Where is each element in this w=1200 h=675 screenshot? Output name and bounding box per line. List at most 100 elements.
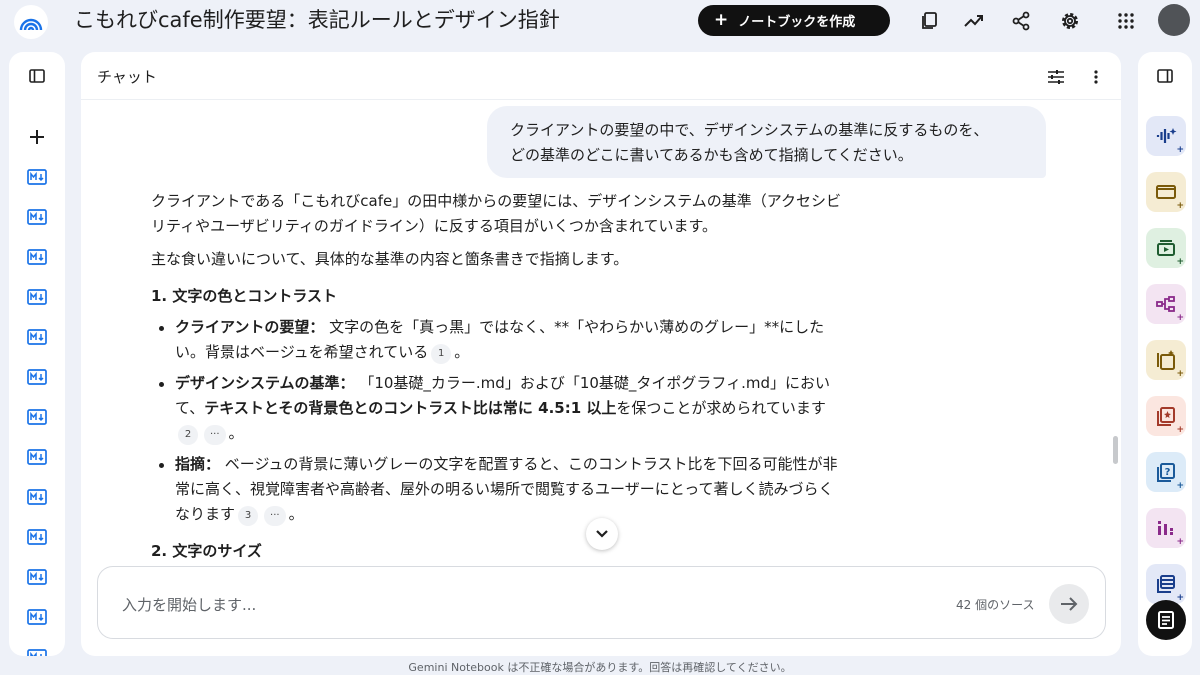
flashcards-icon <box>1157 407 1175 426</box>
user-message-line: クライアントの要望の中で、デザインシステムの基準に反するものを、 <box>510 121 989 139</box>
gear-icon[interactable] <box>1057 8 1083 34</box>
source-count: 42 個のソース <box>956 598 1035 612</box>
item-end: 。 <box>288 505 304 523</box>
quiz-icon: ? <box>1157 463 1175 482</box>
plus-icon: + <box>1176 313 1184 323</box>
markdown-source-icon[interactable] <box>26 646 48 656</box>
plus-icon: + <box>1176 145 1184 155</box>
audio-wave-icon <box>1156 128 1177 143</box>
scroll-down-button[interactable] <box>586 518 618 550</box>
plus-icon: + <box>1176 369 1184 379</box>
citation-chip[interactable]: 3 <box>238 506 259 526</box>
item-label: クライアントの要望： <box>175 318 325 336</box>
flashcards-button[interactable]: + <box>1146 396 1186 436</box>
item-text: を保つことが求められています <box>616 399 826 417</box>
chat-header: チャット <box>81 52 1121 100</box>
markdown-source-icon[interactable] <box>26 206 48 228</box>
apps-grid-icon[interactable] <box>1113 8 1139 34</box>
list-item: 指摘： ベージュの背景に薄いグレーの文字を配置すると、このコントラスト比を下回る… <box>151 452 841 527</box>
notebook-logo[interactable] <box>14 5 48 39</box>
item-bold-text: テキストとその背景色とのコントラスト比は常に 4.5:1 以上 <box>204 399 617 417</box>
report-button[interactable]: + <box>1146 340 1186 380</box>
tune-icon[interactable] <box>1045 66 1067 88</box>
plus-icon: + <box>1176 593 1184 603</box>
chevron-down-icon <box>596 530 608 538</box>
disclaimer-footer: Gemini Notebook は不正確な場合があります。回答は再確認してくださ… <box>408 661 792 674</box>
markdown-source-icon[interactable] <box>26 566 48 588</box>
answer-paragraph: 主な食い違いについて、具体的な基準の内容と箇条書きで指摘します。 <box>151 250 629 268</box>
list-item: デザインシステムの基準： 「10基礎_カラー.md」および「10基礎_タイポグラ… <box>151 371 841 446</box>
chat-input-placeholder: 入力を開始します... <box>122 596 257 614</box>
send-button[interactable] <box>1049 584 1089 624</box>
studio-panel: + + + + + + ? + + + <box>1138 52 1192 656</box>
share-icon[interactable] <box>1008 8 1034 34</box>
plus-icon: + <box>1176 425 1184 435</box>
avatar[interactable] <box>1158 4 1190 36</box>
markdown-source-icon[interactable] <box>26 286 48 308</box>
answer-paragraph: クライアントである「こもれびcafe」の田中様からの要望には、デザインシステムの… <box>151 192 842 235</box>
logo-icon <box>19 18 43 31</box>
item-label: 指摘： <box>175 455 221 473</box>
markdown-source-icon[interactable] <box>26 606 48 628</box>
plus-icon: + <box>1176 481 1184 491</box>
plus-icon: + <box>714 10 729 30</box>
svg-text:?: ? <box>1165 467 1171 478</box>
panel-toggle-icon[interactable] <box>26 65 48 87</box>
trending-up-icon[interactable] <box>961 8 987 34</box>
item-end: 。 <box>228 424 244 442</box>
list-item: クライアントの要望： 文字の色を「真っ黒」ではなく、**「やわらかい薄めのグレー… <box>151 315 841 365</box>
arrow-right-icon <box>1061 597 1078 611</box>
more-vert-icon[interactable] <box>1085 66 1107 88</box>
assistant-answer: クライアントである「こもれびcafe」の田中様からの要望には、デザインシステムの… <box>151 189 841 570</box>
top-bar: こもれびcafe制作要望：表記ルールとデザイン指針 + ノートブックを作成 <box>0 0 1200 44</box>
add-note-button[interactable] <box>1146 600 1186 640</box>
section-heading: 2. 文字のサイズ <box>151 542 262 560</box>
plus-icon: + <box>1176 537 1184 547</box>
section-heading: 1. 文字の色とコントラスト <box>151 287 338 305</box>
markdown-source-icon[interactable] <box>26 486 48 508</box>
markdown-source-icon[interactable] <box>26 246 48 268</box>
more-citations-chip[interactable]: ··· <box>264 506 286 526</box>
citation-chip[interactable]: 1 <box>431 344 452 364</box>
panel-toggle-icon[interactable] <box>1154 65 1176 87</box>
plus-icon: + <box>1176 201 1184 211</box>
item-label: デザインシステムの基準： <box>175 374 355 392</box>
scrollbar-thumb[interactable] <box>1113 436 1118 464</box>
item-end: 。 <box>454 343 470 361</box>
chat-input[interactable]: 入力を開始します... 42 個のソース <box>97 566 1106 639</box>
infographic-button[interactable]: + <box>1146 508 1186 548</box>
layers-icon[interactable] <box>917 8 943 34</box>
chat-panel: チャット クライアントの要望の中で、デザインシステムの基準に反するものを、 どの… <box>81 52 1121 656</box>
chat-title: チャット <box>97 68 157 86</box>
citation-chip[interactable]: 2 <box>178 425 198 445</box>
create-notebook-label: ノートブックを作成 <box>738 15 856 30</box>
user-message-line: どの基準のどこに書いてあるかも含めて指摘してください。 <box>510 146 913 164</box>
slides-icon <box>1156 185 1176 199</box>
markdown-source-icon[interactable] <box>26 366 48 388</box>
user-message: クライアントの要望の中で、デザインシステムの基準に反するものを、 どの基準のどこ… <box>487 106 1046 178</box>
markdown-source-icon[interactable] <box>26 526 48 548</box>
plus-icon: + <box>1176 257 1184 267</box>
report-icon <box>1157 350 1175 370</box>
note-icon <box>1158 611 1174 629</box>
audio-overview-button[interactable]: + <box>1146 116 1186 156</box>
video-overview-button[interactable]: + <box>1146 228 1186 268</box>
quiz-button[interactable]: ? + <box>1146 452 1186 492</box>
markdown-source-icon[interactable] <box>26 446 48 468</box>
add-source-icon[interactable] <box>26 126 48 148</box>
mind-map-button[interactable]: + <box>1146 284 1186 324</box>
slides-button[interactable]: + <box>1146 172 1186 212</box>
answer-list: クライアントの要望： 文字の色を「真っ黒」ではなく、**「やわらかい薄めのグレー… <box>151 315 841 527</box>
markdown-source-icon[interactable] <box>26 406 48 428</box>
markdown-source-icon[interactable] <box>26 326 48 348</box>
sources-panel <box>9 52 65 656</box>
infographic-icon <box>1158 521 1173 535</box>
notebook-title[interactable]: こもれびcafe制作要望：表記ルールとデザイン指針 <box>74 5 560 35</box>
data-table-button[interactable]: + <box>1146 564 1186 604</box>
mind-map-icon <box>1156 296 1175 312</box>
video-icon <box>1157 240 1175 256</box>
table-icon <box>1157 575 1175 593</box>
more-citations-chip[interactable]: ··· <box>204 425 226 445</box>
create-notebook-button[interactable]: + ノートブックを作成 <box>698 5 890 36</box>
markdown-source-icon[interactable] <box>26 166 48 188</box>
